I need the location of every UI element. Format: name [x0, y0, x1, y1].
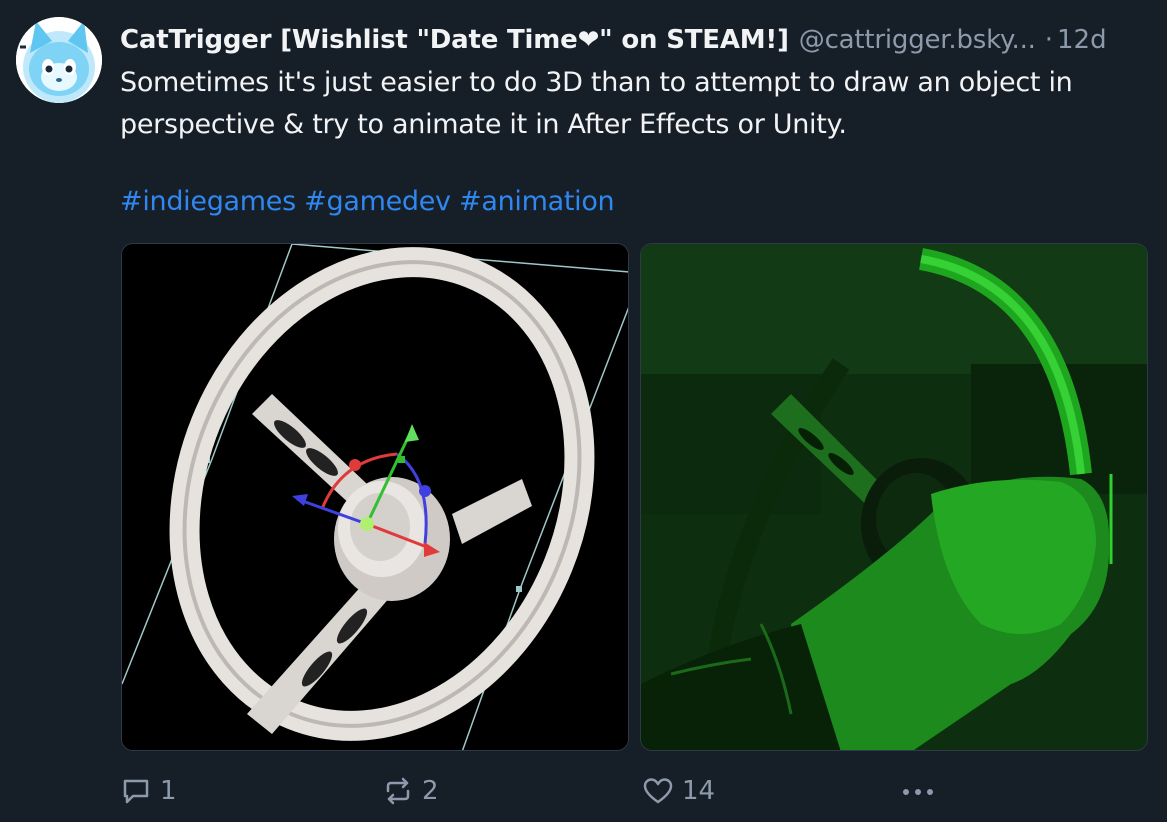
- post-actions: 1 2 14: [120, 770, 1120, 812]
- more-options-button[interactable]: [898, 770, 938, 812]
- hashtag-indiegames[interactable]: #indiegames: [120, 186, 296, 217]
- hashtag-gamedev[interactable]: #gamedev: [304, 186, 451, 217]
- post-header: CatTrigger [Wishlist "Date Time❤" on STE…: [120, 22, 1107, 58]
- cat-avatar-icon: [16, 17, 102, 103]
- reply-count: 1: [160, 776, 177, 806]
- post[interactable]: CatTrigger [Wishlist "Date Time❤" on STE…: [0, 0, 1167, 822]
- post-text-line: perspective & try to animate it in After…: [120, 109, 847, 140]
- image-3d-render[interactable]: [121, 243, 629, 751]
- repost-button[interactable]: 2: [382, 770, 439, 812]
- like-button[interactable]: 14: [642, 770, 715, 812]
- heart-icon: [643, 778, 673, 804]
- steering-wheel-green-pixel-animation-image: [641, 244, 1147, 750]
- like-count: 14: [682, 776, 716, 806]
- author-avatar[interactable]: [16, 17, 102, 103]
- age-separator: ·: [1044, 25, 1053, 55]
- author-display-name[interactable]: CatTrigger [Wishlist "Date Time❤" on STE…: [120, 22, 789, 58]
- post-text-line: Sometimes it's just easier to do 3D than…: [120, 67, 1073, 98]
- repost-count: 2: [422, 776, 439, 806]
- repost-icon: [386, 777, 410, 805]
- hashtag-animation[interactable]: #animation: [459, 186, 615, 217]
- post-text: Sometimes it's just easier to do 3D than…: [120, 62, 1150, 146]
- steering-wheel-3d-render-image: [122, 244, 628, 750]
- post-age[interactable]: 12d: [1057, 22, 1107, 58]
- reply-button[interactable]: 1: [120, 770, 177, 812]
- more-icon: [903, 789, 933, 795]
- image-pixel-animation[interactable]: [640, 243, 1148, 751]
- author-handle[interactable]: @cattrigger.bsky...: [799, 22, 1036, 58]
- hashtags: #indiegames #gamedev #animation: [120, 181, 615, 223]
- reply-icon: [123, 779, 149, 804]
